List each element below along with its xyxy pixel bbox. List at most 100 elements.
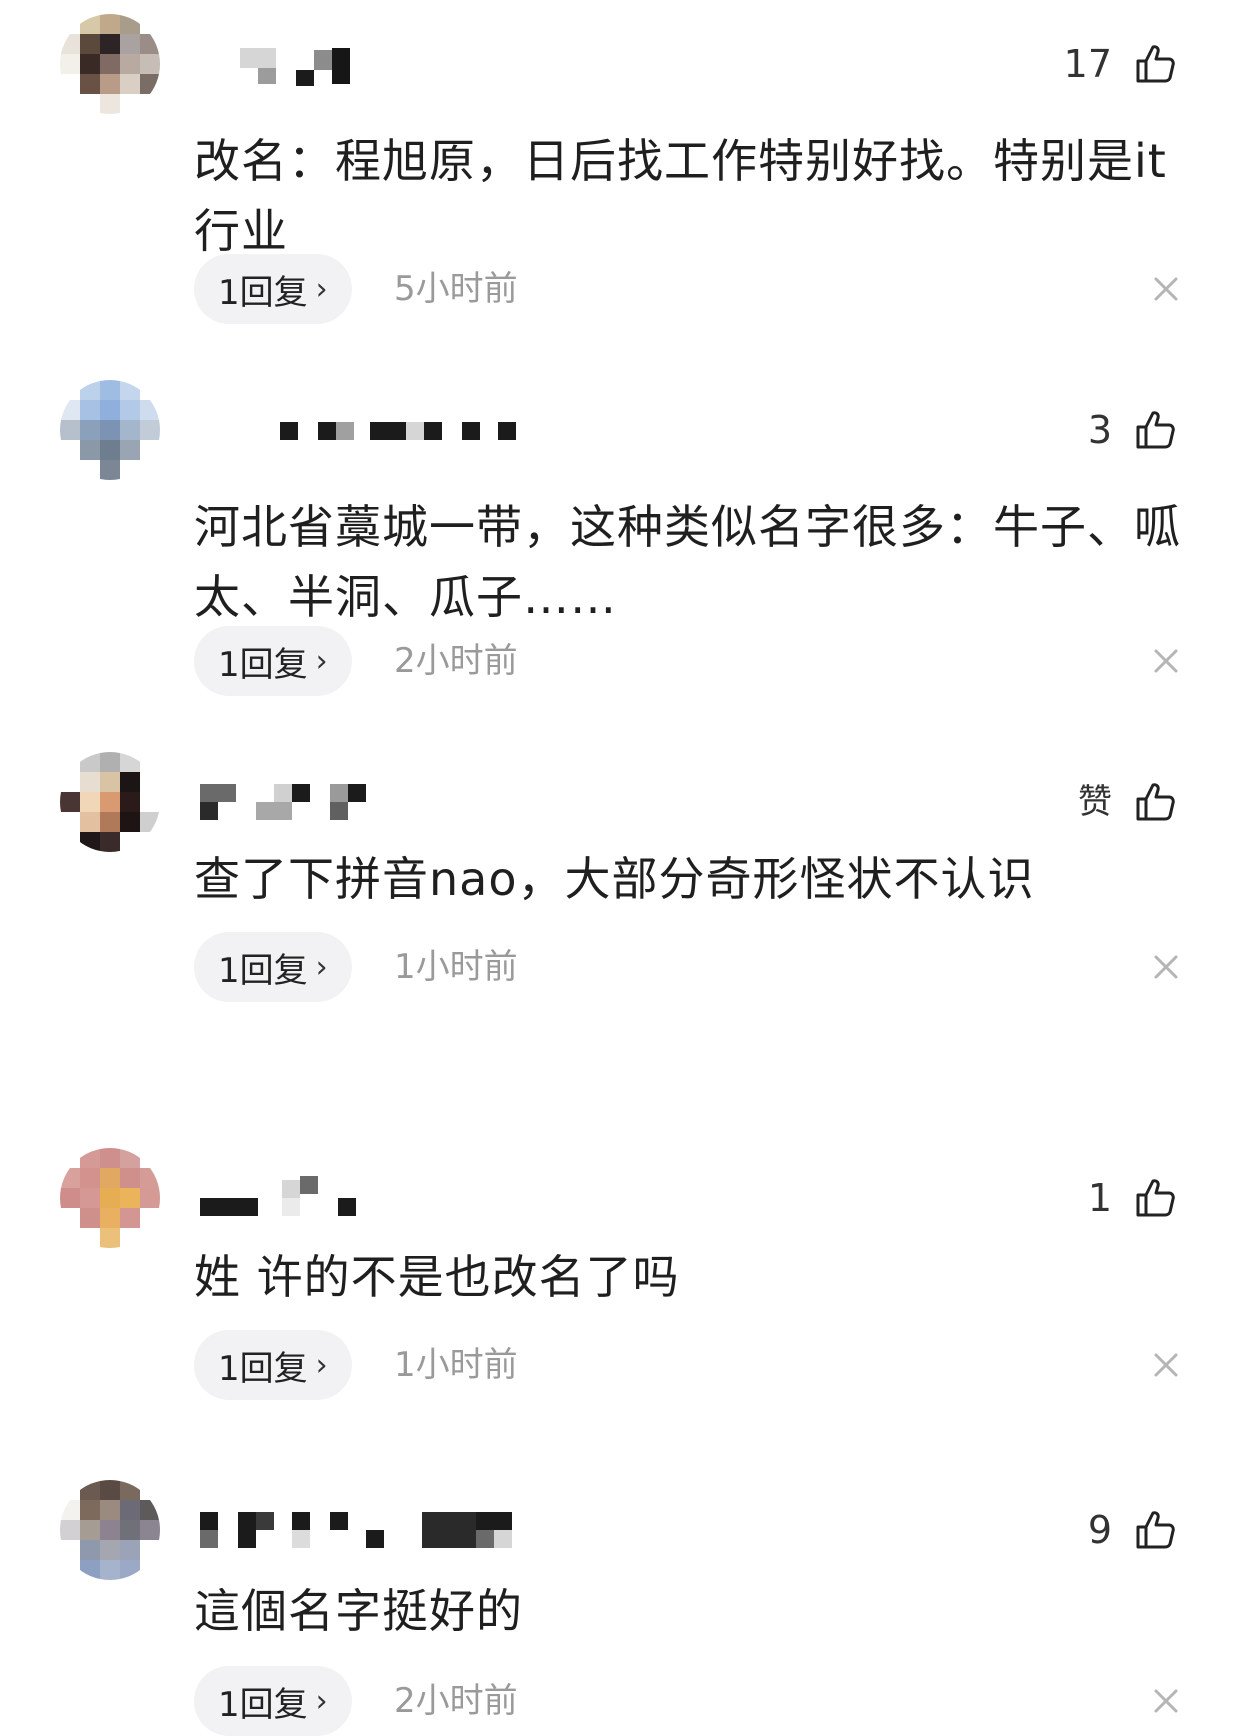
avatar-pixel <box>80 832 100 852</box>
avatar-pixel <box>140 1560 160 1580</box>
avatar-pixel <box>80 380 100 400</box>
avatar-pixel <box>60 832 80 852</box>
timestamp: 1小时前 <box>394 947 518 987</box>
replies-label: 1回复 <box>218 272 308 313</box>
avatar-pixel <box>80 1480 100 1500</box>
comment-meta: 1回复 › 2小时前 <box>194 1666 1194 1736</box>
avatar-pixel <box>80 74 100 94</box>
like-count: 17 <box>1063 42 1112 86</box>
avatar-pixel <box>80 14 100 34</box>
timestamp: 2小时前 <box>394 641 518 681</box>
avatar-pixel <box>80 812 100 832</box>
avatar-pixel <box>120 752 140 772</box>
close-icon[interactable] <box>1150 1685 1182 1717</box>
avatar-pixel <box>120 54 140 74</box>
like-control[interactable]: 17 <box>1064 32 1176 96</box>
avatar-pixel <box>120 1188 140 1208</box>
timestamp: 1小时前 <box>394 1345 518 1385</box>
avatar-pixel <box>120 1520 140 1540</box>
avatar-pixel <box>60 772 80 792</box>
avatar-pixel <box>60 380 80 400</box>
avatar[interactable] <box>60 752 160 852</box>
close-icon[interactable] <box>1150 951 1182 983</box>
avatar-pixel <box>140 812 160 832</box>
avatar-pixel <box>100 54 120 74</box>
avatar-pixel <box>60 1480 80 1500</box>
replies-button[interactable]: 1回复 › <box>194 1666 352 1736</box>
avatar-pixel <box>120 1208 140 1228</box>
timestamp: 5小时前 <box>394 269 518 309</box>
avatar-pixel <box>100 792 120 812</box>
comment-text: 河北省藁城一带，这种类似名字很多：牛子、呱太、半洞、瓜子…… <box>194 500 1181 624</box>
avatar-pixel <box>140 1208 160 1228</box>
avatar-pixel <box>80 1148 100 1168</box>
avatar-pixel <box>100 832 120 852</box>
username-redacted[interactable] <box>196 408 616 456</box>
avatar-pixel <box>100 1228 120 1248</box>
like-control[interactable]: 1 <box>1088 1166 1176 1230</box>
avatar-pixel <box>140 14 160 34</box>
avatar-pixel <box>80 1168 100 1188</box>
avatar-pixel <box>80 1540 100 1560</box>
replies-label: 1回复 <box>218 950 308 991</box>
avatar-pixel <box>120 1500 140 1520</box>
avatar-pixel <box>120 1228 140 1248</box>
avatar-pixel <box>100 420 120 440</box>
avatar-pixel <box>140 1480 160 1500</box>
avatar-pixel <box>60 94 80 114</box>
avatar-pixel <box>140 380 160 400</box>
username-redacted[interactable] <box>196 42 616 90</box>
thumbs-up-icon[interactable] <box>1134 1177 1176 1219</box>
avatar-pixel <box>120 812 140 832</box>
close-icon[interactable] <box>1150 645 1182 677</box>
like-control[interactable]: 3 <box>1088 398 1176 462</box>
avatar-pixel <box>120 772 140 792</box>
avatar-pixel <box>60 812 80 832</box>
username-redacted[interactable] <box>196 1508 616 1556</box>
avatar-pixel <box>60 1560 80 1580</box>
avatar[interactable] <box>60 14 160 114</box>
thumbs-up-icon[interactable] <box>1134 1509 1176 1551</box>
replies-label: 1回复 <box>218 1684 308 1725</box>
avatar-pixel <box>60 54 80 74</box>
avatar-pixel <box>60 74 80 94</box>
replies-button[interactable]: 1回复 › <box>194 254 352 324</box>
thumbs-up-icon[interactable] <box>1134 781 1176 823</box>
username-redacted[interactable] <box>196 780 616 828</box>
replies-button[interactable]: 1回复 › <box>194 626 352 696</box>
comment-meta: 1回复 › 1小时前 <box>194 932 1194 1002</box>
avatar-pixel <box>140 440 160 460</box>
avatar-pixel <box>120 832 140 852</box>
avatar-pixel <box>120 94 140 114</box>
avatar-pixel <box>140 792 160 812</box>
thumbs-up-icon[interactable] <box>1134 409 1176 451</box>
like-control[interactable]: 9 <box>1088 1498 1176 1562</box>
avatar-pixel <box>100 752 120 772</box>
avatar-pixel <box>60 440 80 460</box>
avatar-pixel <box>140 34 160 54</box>
comment-text: 改名：程旭原，日后找工作特别好找。特别是it行业 <box>194 134 1167 258</box>
like-count: 3 <box>1087 408 1112 452</box>
replies-button[interactable]: 1回复 › <box>194 932 352 1002</box>
close-icon[interactable] <box>1150 273 1182 305</box>
avatar-pixel <box>120 400 140 420</box>
replies-button[interactable]: 1回复 › <box>194 1330 352 1400</box>
avatar-pixel <box>60 1228 80 1248</box>
avatar-pixel <box>140 1168 160 1188</box>
avatar-pixel <box>120 1148 140 1168</box>
avatar-pixel <box>100 400 120 420</box>
thumbs-up-icon[interactable] <box>1134 43 1176 85</box>
avatar-pixel <box>140 400 160 420</box>
avatar-pixel <box>60 1188 80 1208</box>
comment-text: 查了下拼音nao，大部分奇形怪状不认识 <box>194 852 1035 906</box>
avatar-pixel <box>80 460 100 480</box>
avatar-pixel <box>140 460 160 480</box>
avatar[interactable] <box>60 1148 160 1248</box>
avatar[interactable] <box>60 1480 160 1580</box>
username-redacted[interactable] <box>196 1176 616 1224</box>
like-control[interactable]: 赞 <box>1078 770 1176 834</box>
avatar-pixel <box>100 460 120 480</box>
close-icon[interactable] <box>1150 1349 1182 1381</box>
chevron-right-icon: › <box>315 949 328 985</box>
avatar[interactable] <box>60 380 160 480</box>
